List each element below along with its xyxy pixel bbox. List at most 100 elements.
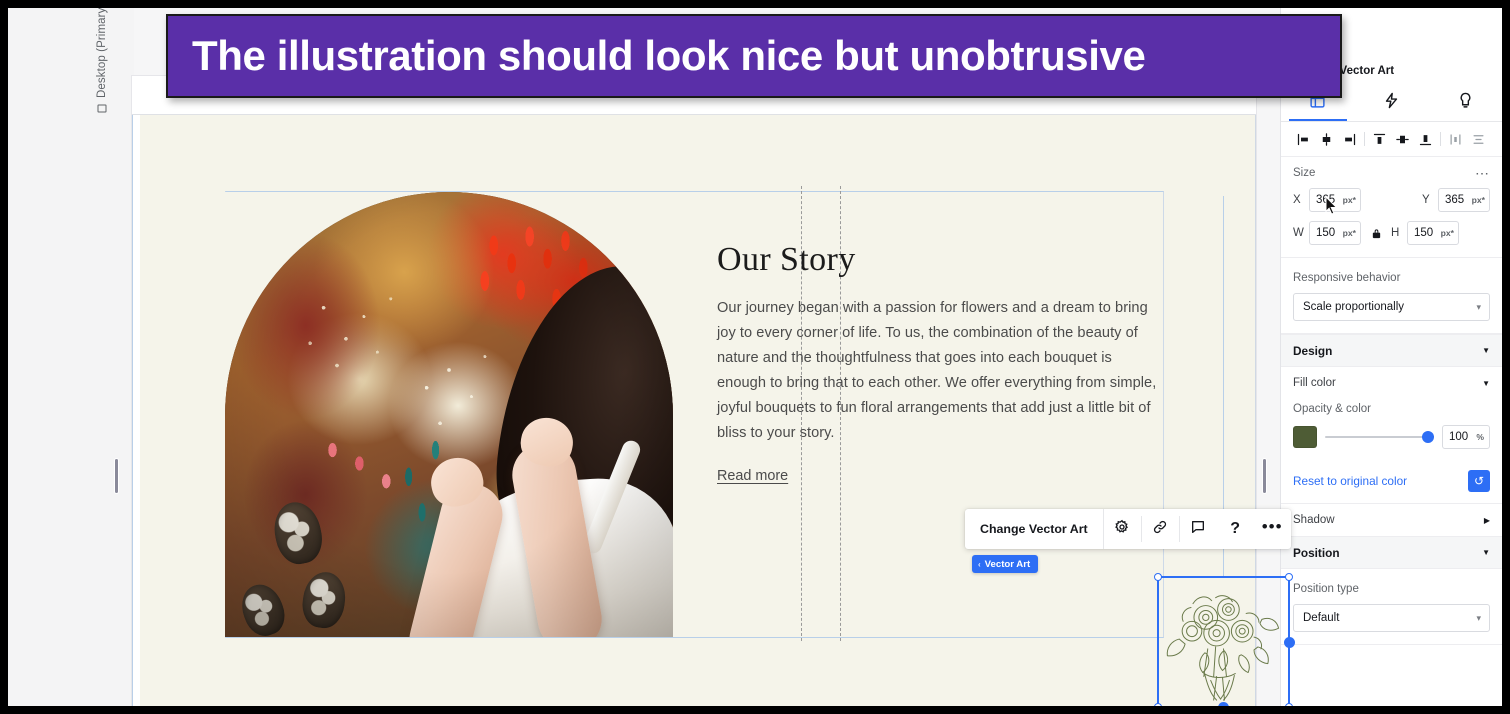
size-more-button[interactable]: ⋯ [1475,165,1490,180]
opacity-controls: 100 % [1293,425,1490,449]
read-more-link[interactable]: Read more [717,468,788,484]
position-type-select[interactable]: Default ▾ [1293,604,1490,632]
h-unit: px* [1440,228,1454,238]
resize-handle-top-right[interactable] [1285,573,1293,581]
story-text-column[interactable]: Our Story Our journey began with a passi… [717,241,1161,485]
editor-app: Desktop (Primary) Our Story Our journey … [8,8,1502,706]
lightbulb-icon [1457,92,1474,114]
annotation-banner-text: The illustration should look nice but un… [192,32,1146,79]
device-label[interactable]: Desktop (Primary) [96,8,108,113]
help-icon: ? [1230,520,1241,537]
position-type-value: Default [1303,612,1340,624]
editor-stage[interactable]: Desktop (Primary) Our Story Our journey … [8,8,1502,706]
y-label: Y [1422,194,1430,206]
shadow-row[interactable]: Shadow ▶ [1281,504,1502,536]
size-section: Size ⋯ X 365 px* Y 365 px* [1281,157,1502,258]
chevron-right-icon: ▶ [1483,515,1490,525]
bouquet-line-art-icon [1159,578,1288,706]
chevron-down-icon: ▾ [1476,301,1481,312]
resize-handle-middle-right[interactable] [1283,636,1295,648]
section-left-edge [132,115,133,706]
fill-color-swatch[interactable] [1293,426,1317,448]
toolbar-divider [1364,132,1365,146]
stage-resize-handle-right[interactable] [1262,458,1267,494]
help-button[interactable]: ? [1217,509,1254,549]
resize-handle-top-left[interactable] [1154,573,1162,581]
stage-resize-handle-left[interactable] [114,458,119,494]
align-bottom-icon[interactable] [1415,129,1436,150]
mouse-cursor [1325,195,1338,220]
size-row-wh: W 150 px* H 150 px* [1293,221,1490,245]
settings-button[interactable] [1104,509,1141,549]
lock-icon[interactable] [1368,227,1384,240]
design-section-header[interactable]: Design ▼ [1281,334,1502,367]
size-row-xy: X 365 px* Y 365 px* [1293,188,1490,212]
responsive-behavior-select[interactable]: Scale proportionally ▾ [1293,293,1490,321]
opacity-unit: % [1476,432,1484,442]
resize-handle-bottom-left[interactable] [1154,703,1162,706]
toolbar-divider [1440,132,1441,146]
position-label: Position [1293,545,1340,560]
opacity-slider-knob[interactable] [1422,431,1434,443]
stage-left-gutter [8,8,134,706]
opacity-color-label: Opacity & color [1293,403,1371,415]
y-unit: px* [1471,195,1485,205]
selection-badge[interactable]: ‹ Vector Art [972,555,1039,573]
link-button[interactable] [1142,509,1179,549]
canvas-card[interactable]: Our Story Our journey began with a passi… [132,76,1295,706]
align-middle-vertical-icon[interactable] [1392,129,1413,150]
chevron-down-icon: ▾ [1476,612,1481,623]
page-title[interactable]: Our Story [717,241,1161,278]
selection-badge-label: Vector Art [984,558,1031,570]
breadcrumb-current: Vector Art [1339,65,1395,77]
reset-to-original-color-link[interactable]: Reset to original color [1293,474,1407,488]
photo-vignette [225,192,673,637]
align-center-horizontal-icon[interactable] [1316,129,1337,150]
reset-color-button[interactable]: ↺ [1468,470,1490,492]
context-toolbar[interactable]: Change Vector Art ? ••• [965,509,1291,549]
comment-icon [1190,519,1206,540]
inspector-panel[interactable]: Con... › Vector Art [1280,8,1502,706]
vector-art-selection[interactable] [1154,573,1295,706]
x-label: X [1293,194,1301,206]
y-value: 365 [1445,194,1465,206]
hero-image[interactable] [225,192,673,637]
responsive-section: Responsive behavior Scale proportionally… [1281,258,1502,334]
tab-ideas[interactable] [1428,85,1502,121]
tab-interactions[interactable] [1355,85,1429,121]
hero-image-mask [225,192,673,637]
more-options-button[interactable]: ••• [1254,509,1291,549]
screenshot-root: Desktop (Primary) Our Story Our journey … [0,0,1510,714]
align-left-icon[interactable] [1293,129,1314,150]
position-type-label: Position type [1293,583,1359,595]
y-input[interactable]: 365 px* [1438,188,1490,212]
alignment-toolbar[interactable] [1281,122,1502,157]
reset-color-row[interactable]: Reset to original color ↺ [1281,461,1502,504]
monitor-icon [97,104,107,113]
align-top-icon[interactable] [1369,129,1390,150]
align-right-icon[interactable] [1339,129,1360,150]
position-section-header[interactable]: Position ▼ [1281,536,1502,569]
gear-icon [1114,519,1130,540]
chevron-down-icon: ▼ [1482,548,1490,557]
size-label: Size [1293,167,1316,179]
distribute-vertical-icon[interactable] [1468,129,1489,150]
w-input[interactable]: 150 px* [1309,221,1361,245]
opacity-input[interactable]: 100 % [1442,425,1490,449]
story-body-text[interactable]: Our journey began with a passion for flo… [717,296,1161,446]
resize-handle-bottom-right[interactable] [1285,703,1293,706]
opacity-slider[interactable] [1325,429,1434,445]
chevron-left-icon: ‹ [978,559,981,569]
change-vector-art-button[interactable]: Change Vector Art [965,509,1104,549]
fill-color-row[interactable]: Fill color ▼ [1281,367,1502,399]
device-label-text: Desktop (Primary) [96,8,108,98]
undo-icon: ↺ [1473,474,1485,488]
distribute-horizontal-icon[interactable] [1445,129,1466,150]
x-unit: px* [1342,195,1356,205]
comment-button[interactable] [1180,509,1217,549]
link-icon [1152,519,1168,540]
position-type-section: Position type Default ▾ [1281,569,1502,645]
chevron-down-icon: ▼ [1482,378,1490,388]
h-value: 150 [1414,227,1434,239]
h-input[interactable]: 150 px* [1407,221,1459,245]
